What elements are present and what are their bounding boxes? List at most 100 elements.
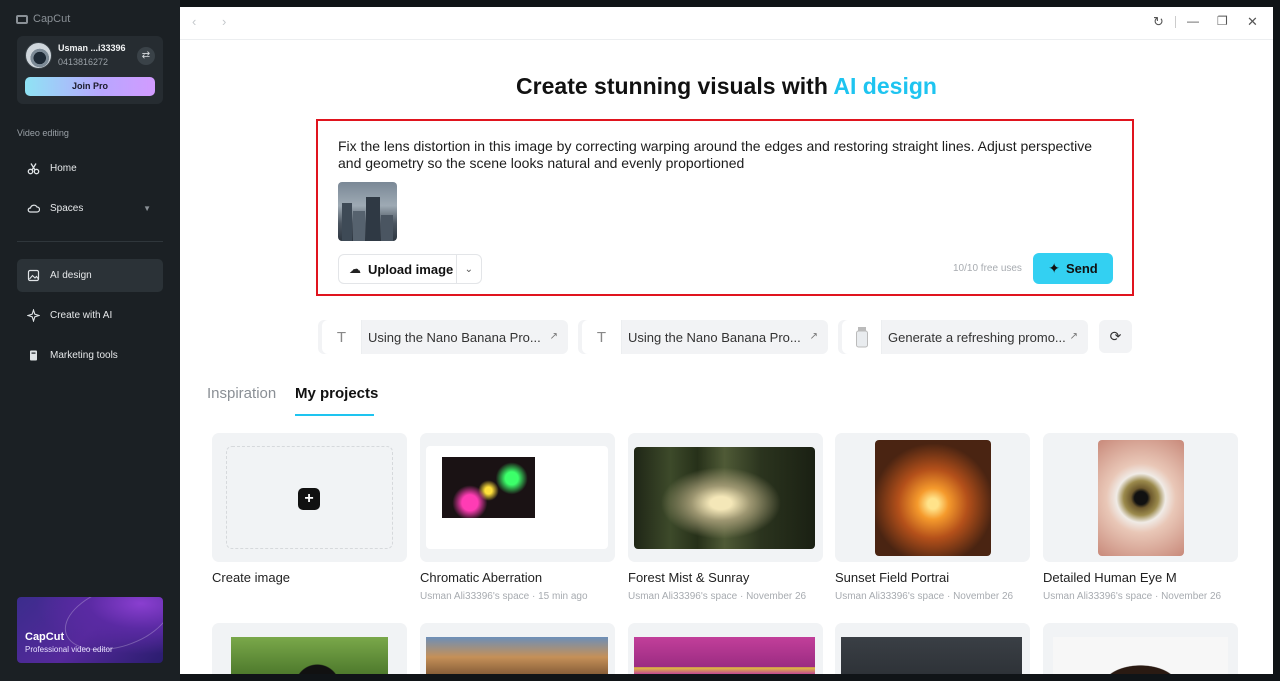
project-card[interactable] — [835, 433, 1030, 562]
sidebar-item-create-with-ai[interactable]: Create with AI — [17, 299, 163, 332]
arrow-up-right-icon: ↗ — [809, 331, 818, 342]
main-panel: ‹ › ↻ — ❐ ✕ Create stunning visuals with… — [180, 7, 1273, 674]
minimize-icon[interactable]: — — [1187, 14, 1199, 28]
suggestion-text: Using the Nano Banana Pro... — [628, 330, 801, 345]
sidebar-item-label: AI design — [50, 270, 92, 281]
sparkle-icon — [26, 309, 40, 323]
product-thumbnail-icon — [842, 320, 882, 354]
switch-account-icon[interactable]: ⇄ — [137, 47, 155, 65]
refresh-suggestions-icon[interactable]: ⟳ — [1099, 320, 1132, 353]
suggestion-chip[interactable]: Generate a refreshing promo... ↗ — [838, 320, 1088, 354]
image-icon — [26, 269, 40, 283]
project-card[interactable] — [420, 623, 615, 674]
close-icon[interactable]: ✕ — [1247, 14, 1258, 30]
user-card[interactable]: Usman ...i33396 0413816272 ⇄ Join Pro — [17, 36, 163, 104]
text-icon: T — [582, 320, 622, 354]
project-thumbnail — [634, 447, 815, 549]
capcut-logo-icon — [16, 14, 28, 24]
suggestion-chip[interactable]: T Using the Nano Banana Pro... ↗ — [318, 320, 568, 354]
cloud-upload-icon: ☁ — [349, 262, 361, 276]
send-label: Send — [1065, 261, 1098, 276]
app-logo: CapCut — [16, 13, 70, 25]
sidebar-item-spaces[interactable]: Spaces ▼ — [17, 192, 163, 225]
project-title: Chromatic Aberration — [420, 570, 543, 585]
section-label-video-editing: Video editing — [17, 128, 69, 138]
project-thumbnail — [875, 440, 991, 556]
suggestion-text: Generate a refreshing promo... — [888, 330, 1066, 345]
active-tab-indicator — [295, 414, 374, 416]
sidebar-item-marketing-tools[interactable]: Marketing tools — [17, 339, 163, 372]
restore-icon[interactable]: ❐ — [1217, 14, 1228, 28]
tab-inspiration[interactable]: Inspiration — [207, 385, 276, 402]
project-title: Sunset Field Portrai — [835, 570, 950, 585]
project-title: Create image — [212, 570, 291, 585]
project-thumbnail — [634, 637, 815, 674]
project-thumbnail — [841, 637, 1022, 674]
join-pro-button[interactable]: Join Pro — [25, 77, 155, 96]
sidebar: CapCut Usman ...i33396 0413816272 ⇄ Join… — [0, 0, 180, 681]
divider — [1175, 16, 1176, 28]
project-card[interactable] — [835, 623, 1030, 674]
project-thumbnail — [231, 637, 388, 674]
project-thumbnail — [1053, 637, 1228, 674]
upload-image-button[interactable]: ☁ Upload image ⌄ — [338, 254, 482, 284]
project-title: Forest Mist & Sunray — [628, 570, 750, 585]
project-card[interactable] — [628, 623, 823, 674]
avatar[interactable] — [25, 42, 52, 69]
promo-banner[interactable]: CapCut Professional video editor — [17, 597, 163, 663]
tab-my-projects[interactable]: My projects — [295, 385, 378, 402]
sidebar-item-label: Marketing tools — [50, 350, 118, 361]
promo-subtitle: Professional video editor — [25, 645, 113, 654]
project-meta: Usman Ali33396's space · November 26 — [835, 591, 1014, 602]
back-icon[interactable]: ‹ — [192, 14, 196, 29]
free-uses-counter: 10/10 free uses — [953, 263, 1022, 274]
refresh-icon[interactable]: ↻ — [1153, 14, 1164, 30]
sidebar-item-label: Create with AI — [50, 310, 113, 321]
project-thumbnail — [426, 637, 608, 674]
project-card[interactable] — [420, 433, 615, 562]
home-icon — [26, 162, 40, 176]
text-icon: T — [322, 320, 362, 354]
sidebar-item-label: Home — [50, 163, 77, 174]
window-topbar: ‹ › ↻ — ❐ ✕ — [180, 7, 1273, 40]
chevron-down-icon[interactable]: ▼ — [143, 204, 151, 213]
user-name: Usman ...i33396 — [58, 43, 126, 53]
promo-title: CapCut — [25, 631, 65, 643]
project-card[interactable] — [628, 433, 823, 562]
project-card[interactable] — [212, 623, 407, 674]
project-thumbnail — [442, 457, 535, 518]
sidebar-item-ai-design[interactable]: AI design — [17, 259, 163, 292]
chevron-down-icon[interactable]: ⌄ — [465, 264, 473, 275]
divider — [456, 255, 457, 283]
attached-image-thumbnail[interactable] — [338, 182, 397, 241]
project-meta: Usman Ali33396's space · November 26 — [1043, 591, 1222, 602]
prompt-box[interactable]: Fix the lens distortion in this image by… — [316, 119, 1134, 296]
send-button[interactable]: ✦ Send — [1033, 253, 1113, 284]
upload-image-label: Upload image — [368, 261, 454, 277]
project-title: Detailed Human Eye M — [1043, 570, 1177, 585]
project-thumbnail — [1098, 440, 1184, 556]
create-image-card[interactable]: + — [212, 433, 407, 562]
plus-icon[interactable]: + — [298, 488, 320, 510]
prompt-input[interactable]: Fix the lens distortion in this image by… — [338, 138, 1098, 172]
marketing-icon — [26, 349, 40, 363]
page-title: Create stunning visuals with AI design — [180, 73, 1273, 100]
app-brand: CapCut — [33, 13, 71, 25]
sidebar-item-label: Spaces — [50, 203, 84, 214]
suggestion-chip[interactable]: T Using the Nano Banana Pro... ↗ — [578, 320, 828, 354]
sidebar-item-home[interactable]: Home — [17, 152, 163, 185]
arrow-up-right-icon: ↗ — [1069, 331, 1078, 342]
arrow-up-right-icon: ↗ — [549, 331, 558, 342]
forward-icon[interactable]: › — [222, 14, 226, 29]
suggestion-text: Using the Nano Banana Pro... — [368, 330, 541, 345]
headline-accent: AI design — [833, 73, 937, 99]
project-meta: Usman Ali33396's space · 15 min ago — [420, 591, 588, 602]
sparkle-icon: ✦ — [1048, 260, 1060, 276]
cloud-icon — [26, 202, 40, 216]
user-id: 0413816272 — [58, 57, 109, 67]
project-meta: Usman Ali33396's space · November 26 — [628, 591, 807, 602]
divider — [17, 241, 163, 242]
project-card[interactable] — [1043, 433, 1238, 562]
project-card[interactable] — [1043, 623, 1238, 674]
headline-prefix: Create stunning visuals with — [516, 73, 834, 99]
